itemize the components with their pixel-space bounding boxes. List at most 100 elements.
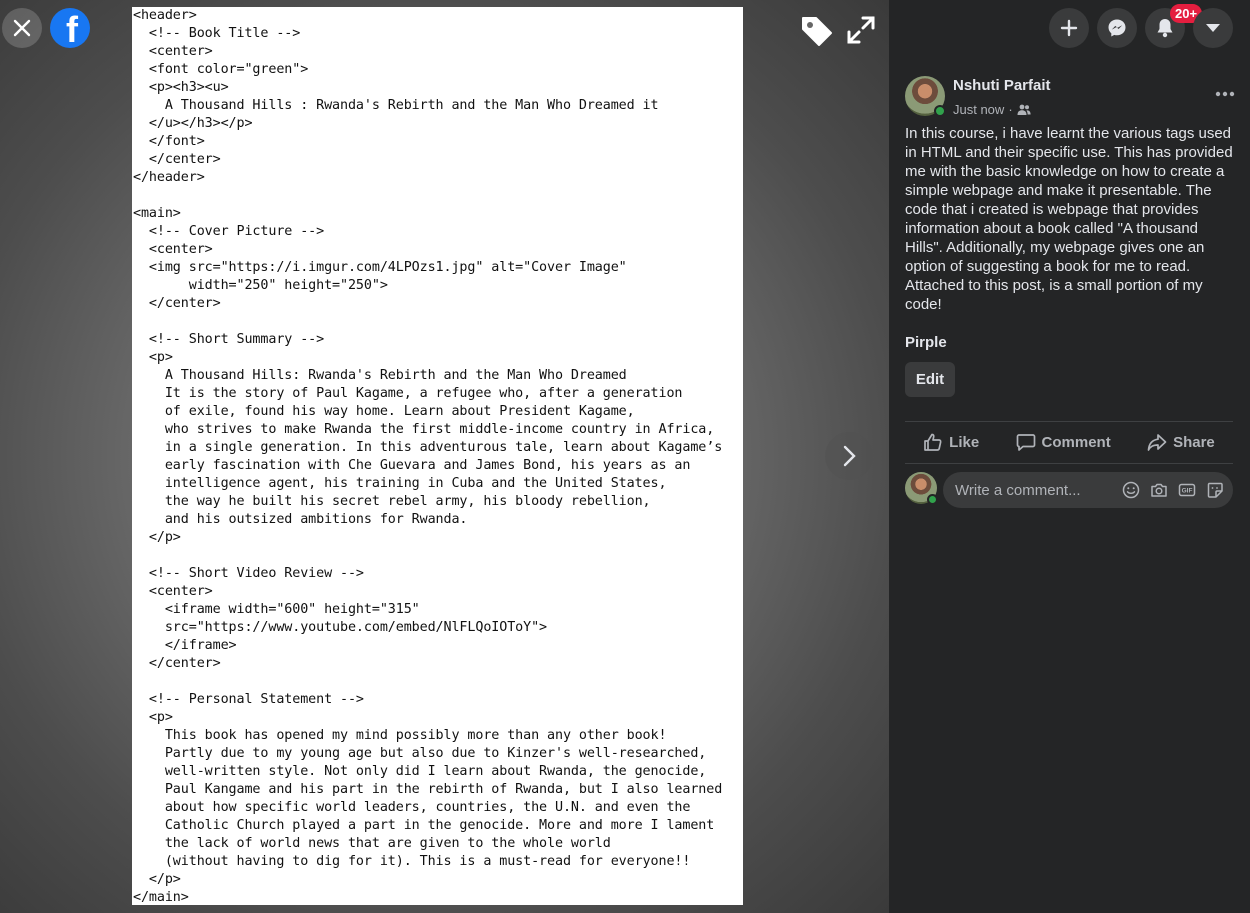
code-line: </p> xyxy=(133,530,181,545)
online-status-dot xyxy=(927,494,938,505)
post-options-button[interactable] xyxy=(1215,84,1235,102)
code-line: the lack of world news that are given to… xyxy=(133,836,611,851)
code-line: <!-- Short Video Review --> xyxy=(133,566,364,581)
post-meta: Just now · xyxy=(953,102,1031,117)
close-button[interactable] xyxy=(2,8,42,48)
code-line: <header> xyxy=(133,8,197,23)
plus-icon xyxy=(1060,19,1078,37)
code-line: </center> xyxy=(133,296,221,311)
more-horizontal-icon xyxy=(1215,91,1235,97)
comment-label: Comment xyxy=(1041,433,1111,451)
code-line: This book has opened my mind possibly mo… xyxy=(133,728,667,743)
code-line: </p> xyxy=(133,872,181,887)
camera-icon xyxy=(1151,483,1167,497)
facebook-logo-letter: f xyxy=(66,9,78,48)
share-label: Share xyxy=(1173,433,1215,451)
chevron-right-icon xyxy=(843,445,856,467)
emoji-button[interactable] xyxy=(1121,480,1141,500)
photo-button[interactable] xyxy=(1149,480,1169,500)
like-label: Like xyxy=(949,433,980,451)
code-line: who strives to make Rwanda the first mid… xyxy=(133,422,715,437)
gif-icon: GIF xyxy=(1178,483,1196,497)
facebook-logo[interactable]: f xyxy=(50,8,90,48)
code-line: <font color="green"> xyxy=(133,62,309,77)
post-header: Nshuti Parfait Just now · xyxy=(905,76,1235,120)
comment-input[interactable]: Write a comment... GIF xyxy=(943,472,1233,508)
code-line: </center> xyxy=(133,656,221,671)
close-icon xyxy=(13,19,31,37)
divider xyxy=(905,421,1233,422)
code-line: </font> xyxy=(133,134,205,149)
post-body: In this course, i have learnt the variou… xyxy=(905,125,1233,313)
code-line: intelligence agent, his training in Cuba… xyxy=(133,476,667,491)
online-status-dot xyxy=(934,105,946,117)
comment-tools: GIF xyxy=(1121,480,1225,500)
edit-button[interactable]: Edit xyxy=(905,362,955,397)
create-button[interactable] xyxy=(1049,8,1089,48)
code-line: <center> xyxy=(133,584,213,599)
code-line: <p> xyxy=(133,350,173,365)
code-line: Paul Kangame and his part in the rebirth… xyxy=(133,782,723,797)
emoji-icon xyxy=(1122,481,1140,499)
like-button[interactable]: Like xyxy=(923,432,979,452)
code-line: </header> xyxy=(133,170,205,185)
code-line: <center> xyxy=(133,242,213,257)
comment-icon xyxy=(1016,434,1035,451)
expand-icon xyxy=(847,16,875,44)
code-line: <!-- Short Summary --> xyxy=(133,332,325,347)
code-line: </main> xyxy=(133,890,189,905)
code-line: </iframe> xyxy=(133,638,237,653)
meta-separator: · xyxy=(1008,102,1013,117)
code-line: It is the story of Paul Kagame, a refuge… xyxy=(133,386,683,401)
code-line: <center> xyxy=(133,44,213,59)
caret-down-icon xyxy=(1206,24,1220,32)
next-photo-button[interactable] xyxy=(825,432,873,480)
code-line: in a single generation. In this adventur… xyxy=(133,440,723,455)
code-line: </u></h3></p> xyxy=(133,116,253,131)
code-line: width="250" height="250"> xyxy=(133,278,388,293)
code-screenshot: <header> <!-- Book Title --> <center> <f… xyxy=(132,7,743,905)
code-line: <p> xyxy=(133,710,173,725)
divider xyxy=(905,463,1233,464)
tag-icon xyxy=(802,17,832,46)
svg-text:GIF: GIF xyxy=(1182,488,1193,495)
code-line: </center> xyxy=(133,152,221,167)
code-line: Catholic Church played a part in the gen… xyxy=(133,818,715,833)
code-line: src="https://www.youtube.com/embed/NlFLQ… xyxy=(133,620,548,635)
code-line: early fascination with Che Guevara and J… xyxy=(133,458,691,473)
code-line: <iframe width="600" height="315" xyxy=(133,602,420,617)
thumbs-up-icon xyxy=(924,433,942,451)
code-line: and his outsized ambitions for Rwanda. xyxy=(133,512,468,527)
fullscreen-button[interactable] xyxy=(845,14,877,46)
code-line: about how specific world leaders, countr… xyxy=(133,800,691,815)
code-line: <main> xyxy=(133,206,181,221)
gif-button[interactable]: GIF xyxy=(1177,480,1197,500)
friends-icon[interactable] xyxy=(1017,104,1031,116)
tag-button[interactable] xyxy=(800,14,834,48)
share-icon xyxy=(1147,434,1167,451)
messenger-button[interactable] xyxy=(1097,8,1137,48)
code-line: <!-- Book Title --> xyxy=(133,26,301,41)
comment-button[interactable]: Comment xyxy=(1016,432,1111,452)
code-line: the way he built his secret rebel army, … xyxy=(133,494,651,509)
code-line: <!-- Cover Picture --> xyxy=(133,224,325,239)
sticker-button[interactable] xyxy=(1205,480,1225,500)
post-time[interactable]: Just now xyxy=(953,102,1004,117)
tagged-page[interactable]: Pirple xyxy=(905,334,947,351)
code-line: well-written style. Not only did I learn… xyxy=(133,764,707,779)
code-line: <img src="https://i.imgur.com/4LPOzs1.jp… xyxy=(133,260,627,275)
account-menu-button[interactable] xyxy=(1193,8,1233,48)
code-line: A Thousand Hills : Rwanda's Rebirth and … xyxy=(133,98,659,113)
post-actions: Like Comment Share xyxy=(905,424,1233,460)
post-author[interactable]: Nshuti Parfait xyxy=(953,77,1051,94)
code-line: <!-- Personal Statement --> xyxy=(133,692,364,707)
share-button[interactable]: Share xyxy=(1147,432,1215,452)
bell-icon xyxy=(1157,19,1173,38)
comment-placeholder: Write a comment... xyxy=(955,481,1081,499)
messenger-icon xyxy=(1108,19,1126,37)
code-line: of exile, found his way home. Learn abou… xyxy=(133,404,635,419)
code-text: <header> <!-- Book Title --> <center> <f… xyxy=(132,7,743,905)
